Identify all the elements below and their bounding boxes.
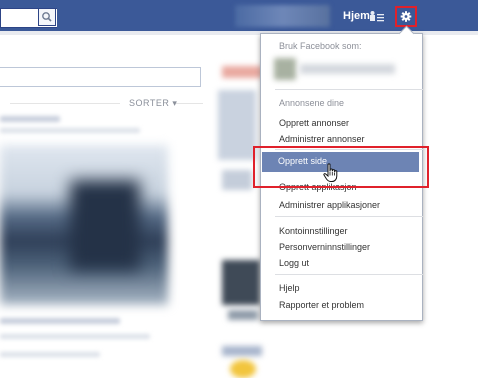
hand-cursor-icon (323, 163, 338, 182)
blurred-block (228, 310, 258, 320)
blurred-text (0, 352, 100, 357)
blurred-text (0, 318, 120, 324)
sort-dropdown[interactable]: SORTER ▾ (129, 98, 177, 109)
blurred-text (0, 334, 150, 339)
blurred-block (218, 90, 256, 160)
annotation-highlight-box (253, 146, 429, 188)
magnifier-icon (42, 12, 52, 22)
menu-item-help[interactable]: Hjelp (279, 283, 300, 293)
page-name-blurred[interactable] (300, 64, 395, 74)
blurred-block (222, 170, 252, 190)
use-facebook-as-label: Bruk Facebook som: (279, 41, 362, 51)
friend-requests-icon[interactable] (369, 10, 385, 22)
your-ads-header: Annonsene dine (279, 98, 345, 108)
menu-divider (275, 89, 423, 90)
blurred-block (222, 260, 260, 305)
blurred-block (222, 66, 262, 78)
menu-divider (275, 216, 423, 217)
blurred-text (0, 128, 140, 133)
blurred-photo-detail (70, 180, 140, 270)
menu-item-account-settings[interactable]: Kontoinnstillinger (279, 226, 348, 236)
blurred-block (222, 346, 262, 356)
blurred-block (230, 360, 256, 378)
divider (176, 103, 203, 104)
menu-item-create-ads[interactable]: Opprett annonser (279, 118, 349, 128)
profile-link-blurred[interactable] (235, 5, 330, 27)
blurred-text (0, 116, 60, 122)
menu-item-log-out[interactable]: Logg ut (279, 258, 309, 268)
menu-divider (275, 274, 423, 275)
account-settings-button[interactable] (395, 6, 417, 27)
gear-icon (400, 11, 412, 22)
divider (10, 103, 120, 104)
menu-item-privacy-settings[interactable]: Personverninnstillinger (279, 242, 370, 252)
menu-item-manage-ads[interactable]: Administrer annonser (279, 134, 365, 144)
status-update-input[interactable] (0, 67, 201, 87)
page-avatar-blurred[interactable] (274, 58, 296, 80)
home-link[interactable]: Hjem (343, 10, 370, 22)
search-button[interactable] (38, 8, 56, 26)
menu-item-manage-apps[interactable]: Administrer applikasjoner (279, 200, 380, 210)
menu-item-report-problem[interactable]: Rapporter et problem (279, 300, 364, 310)
